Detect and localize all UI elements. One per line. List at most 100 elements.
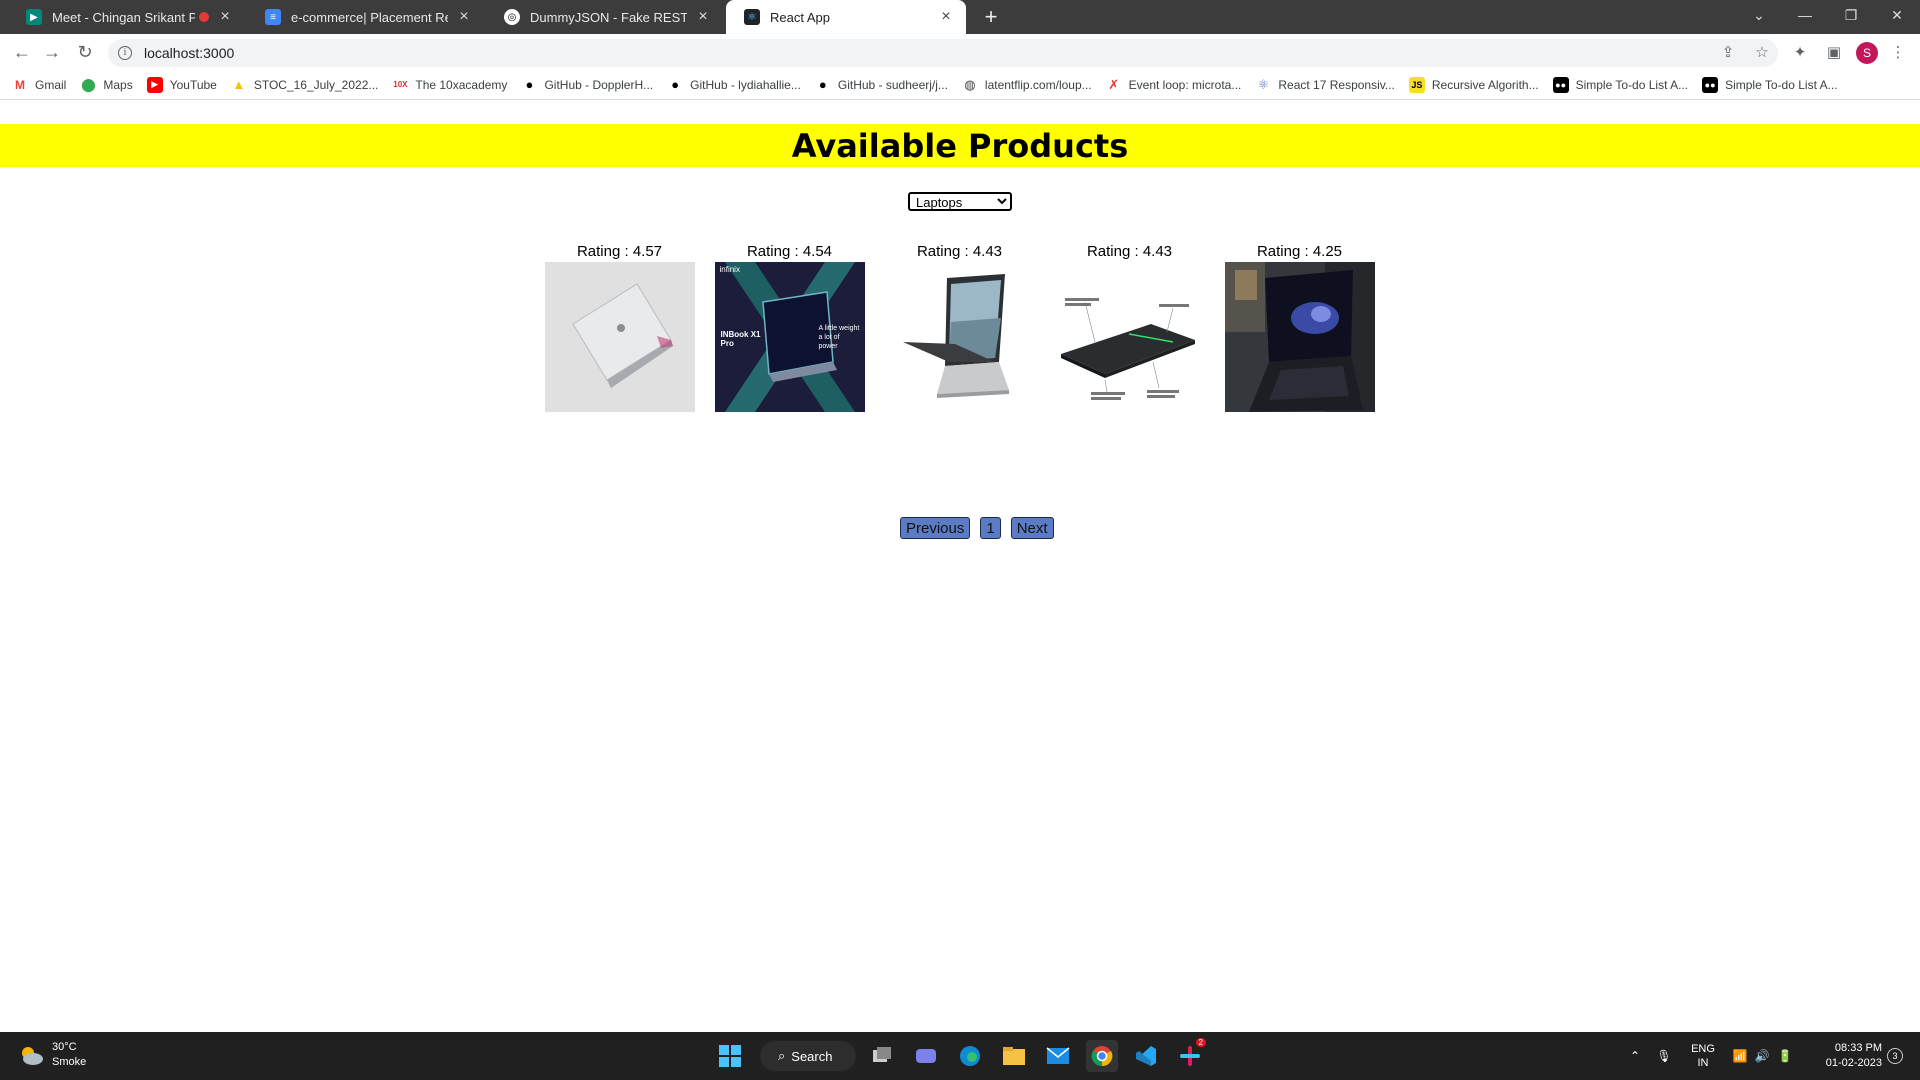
- product-image[interactable]: [1054, 262, 1205, 412]
- share-icon[interactable]: ⇪: [1718, 42, 1738, 62]
- battery-icon[interactable]: 🔋: [1774, 1032, 1796, 1080]
- tab-google-docs[interactable]: ≡ e-commerce| Placement Readiness ×: [247, 0, 484, 34]
- bookmark-label: Recursive Algorith...: [1431, 77, 1539, 92]
- language-indicator[interactable]: ENG IN: [1684, 1032, 1722, 1080]
- search-icon: ⌕: [778, 1048, 786, 1063]
- bookmark-label: Gmail: [35, 77, 67, 92]
- menu-icon[interactable]: ⋮: [1888, 42, 1908, 62]
- slack-icon[interactable]: 2: [1174, 1038, 1206, 1072]
- reload-icon[interactable]: ↻: [73, 40, 97, 64]
- weather-widget[interactable]: 30°C Smoke: [18, 1040, 86, 1070]
- github-icon: ●: [521, 76, 538, 93]
- show-hidden-icons-icon[interactable]: ⌃: [1624, 1032, 1646, 1080]
- weather-description: Smoke: [52, 1056, 87, 1068]
- minimize-button[interactable]: —: [1782, 0, 1828, 30]
- tab-title: DummyJSON - Fake REST API of: [530, 9, 687, 25]
- bookmark-github-sudheer[interactable]: ● GitHub - sudheerj/j...: [814, 76, 948, 93]
- close-tab-icon[interactable]: ×: [456, 8, 472, 26]
- back-icon[interactable]: ←: [10, 40, 34, 64]
- address-bar[interactable]: i localhost:3000: [108, 39, 1778, 67]
- forward-icon[interactable]: →: [40, 40, 64, 64]
- product-rating: Rating : 4.43: [916, 243, 1003, 260]
- wifi-icon[interactable]: 📶: [1730, 1032, 1750, 1080]
- bookmark-react17[interactable]: ⚛ React 17 Responsiv...: [1255, 76, 1395, 93]
- chrome-icon[interactable]: [1086, 1040, 1118, 1072]
- tab-dummyjson[interactable]: ◎ DummyJSON - Fake REST API of ×: [486, 0, 723, 34]
- bookmark-github-doppler[interactable]: ● GitHub - DopplerH...: [521, 76, 653, 93]
- laptop-silver-image: [544, 262, 695, 412]
- restore-button[interactable]: ❐: [1828, 0, 1874, 30]
- taskbar: 30°C Smoke ⌕ Search 2 ⌃ 🎙 ENG IN 📶 🔊 🔋 0…: [0, 1032, 1920, 1080]
- product-card[interactable]: Rating : 4.43: [1054, 242, 1205, 412]
- product-image[interactable]: [544, 262, 695, 412]
- gmail-icon: M: [12, 76, 28, 93]
- product-image[interactable]: [1224, 262, 1375, 412]
- bookmark-10xacademy[interactable]: 10X The 10xacademy: [392, 76, 508, 93]
- product-card[interactable]: Rating : 4.57: [544, 242, 695, 412]
- close-tab-icon[interactable]: ×: [938, 8, 954, 26]
- extensions-icon[interactable]: ✦: [1790, 42, 1810, 62]
- product-image[interactable]: infinix INBook X1 Pro A little weight a …: [714, 262, 865, 412]
- product-image[interactable]: [884, 262, 1035, 412]
- bookmark-label: GitHub - sudheerj/j...: [837, 77, 948, 92]
- tab-meet[interactable]: ▶ Meet - Chingan Srikant Prakas ×: [8, 0, 245, 34]
- language-code: ENG: [1691, 1043, 1715, 1055]
- edge-icon[interactable]: [954, 1040, 986, 1072]
- product-card[interactable]: Rating : 4.25: [1224, 242, 1375, 412]
- bookmark-label: The 10xacademy: [415, 77, 508, 92]
- start-icon[interactable]: [714, 1040, 746, 1072]
- mail-icon[interactable]: [1042, 1040, 1074, 1072]
- teams-chat-icon[interactable]: [910, 1040, 942, 1072]
- bookmark-youtube[interactable]: ▶ YouTube: [146, 76, 217, 93]
- youtube-icon: ▶: [146, 76, 163, 93]
- bookmark-gmail[interactable]: M Gmail: [12, 76, 67, 93]
- product-card[interactable]: Rating : 4.54 infinix INBook X1 Pro A li…: [714, 242, 865, 412]
- close-window-button[interactable]: ✕: [1874, 0, 1920, 30]
- category-select[interactable]: Laptops: [908, 192, 1012, 211]
- bookmarks-bar: M Gmail ⬤ Maps ▶ YouTube ▲ STOC_16_July_2022…: [0, 70, 1920, 100]
- bookmark-event-loop[interactable]: ✗ Event loop: microta...: [1105, 76, 1242, 93]
- volume-icon[interactable]: 🔊: [1752, 1032, 1772, 1080]
- bookmark-stoc[interactable]: ▲ STOC_16_July_2022...: [230, 76, 378, 93]
- new-tab-button[interactable]: +: [978, 4, 1004, 30]
- profile-avatar[interactable]: S: [1856, 42, 1878, 64]
- close-tab-icon[interactable]: ×: [695, 8, 711, 26]
- bookmark-label: YouTube: [169, 77, 217, 92]
- tab-search-icon[interactable]: ⌄: [1736, 0, 1782, 30]
- notification-center-icon[interactable]: 3: [1884, 1032, 1906, 1080]
- tab-react-app[interactable]: ⚛ React App ×: [726, 0, 966, 34]
- bookmark-label: latentflip.com/loup...: [984, 77, 1092, 92]
- search-label: Search: [791, 1048, 833, 1064]
- site-info-icon[interactable]: i: [118, 46, 132, 60]
- github-icon: ●: [814, 76, 831, 93]
- pagination: Previous 1 Next: [900, 517, 1064, 539]
- bookmark-label: GitHub - lydiahallie...: [690, 77, 801, 92]
- bookmark-maps[interactable]: ⬤ Maps: [80, 76, 133, 93]
- bookmark-star-icon[interactable]: ☆: [1752, 42, 1772, 62]
- bookmark-latentflip[interactable]: ◍ latentflip.com/loup...: [961, 76, 1092, 93]
- vscode-icon[interactable]: [1130, 1040, 1162, 1072]
- task-view-icon[interactable]: [866, 1040, 898, 1072]
- previous-page-button[interactable]: Previous: [900, 517, 971, 539]
- product-card[interactable]: Rating : 4.43: [884, 242, 1035, 412]
- laptop-black-image: [1054, 262, 1205, 412]
- infinix-brand-label: infinix: [719, 265, 740, 274]
- bookmark-todo-1[interactable]: ●● Simple To-do List A...: [1552, 76, 1689, 93]
- bookmark-github-lydia[interactable]: ● GitHub - lydiahallie...: [667, 76, 801, 93]
- bookmark-todo-2[interactable]: ●● Simple To-do List A...: [1702, 76, 1838, 93]
- page-header: Available Products: [0, 124, 1920, 167]
- bookmark-label: Simple To-do List A...: [1575, 77, 1689, 92]
- bookmark-label: Event loop: microta...: [1128, 77, 1242, 92]
- react-icon: ⚛: [744, 9, 760, 25]
- taskbar-search[interactable]: ⌕ Search: [760, 1041, 856, 1071]
- microphone-icon[interactable]: 🎙: [1654, 1032, 1674, 1080]
- close-tab-icon[interactable]: ×: [217, 8, 233, 26]
- page-number-button[interactable]: 1: [980, 517, 1001, 539]
- side-panel-icon[interactable]: ▣: [1824, 42, 1844, 62]
- file-explorer-icon[interactable]: [998, 1040, 1030, 1072]
- clock[interactable]: 08:33 PM 01-02-2023: [1806, 1032, 1882, 1080]
- bookmark-recursive[interactable]: JS Recursive Algorith...: [1408, 76, 1539, 93]
- page-title: Available Products: [791, 126, 1129, 165]
- next-page-button[interactable]: Next: [1010, 517, 1054, 539]
- laptop-surface-image: [884, 262, 1035, 412]
